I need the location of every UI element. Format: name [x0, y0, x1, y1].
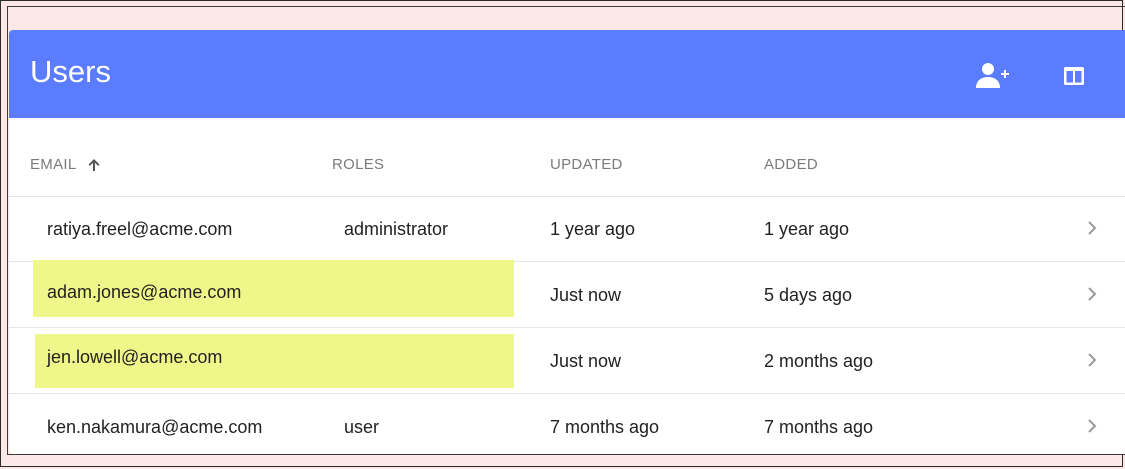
column-header-roles[interactable]: ROLES	[332, 156, 384, 173]
users-card: Users EMAIL ROLES UPDATED ADDED ratiya.f…	[9, 30, 1125, 454]
chevron-right-icon	[1088, 353, 1097, 367]
row-roles: user	[344, 417, 380, 437]
row-roles: administrator	[344, 219, 449, 239]
column-header-added[interactable]: ADDED	[764, 156, 818, 173]
column-header-email[interactable]: EMAIL	[30, 156, 101, 173]
view-columns-button[interactable]	[1054, 56, 1094, 96]
page-title: Users	[30, 54, 111, 89]
row-updated: 7 months ago	[550, 417, 660, 437]
table-header: EMAIL ROLES UPDATED ADDED	[9, 118, 1125, 197]
view-columns-icon	[1064, 67, 1084, 85]
table-row[interactable]: ratiya.freel@acme.com administrator 1 ye…	[9, 196, 1125, 262]
chevron-right-icon	[1088, 287, 1097, 301]
card-header: Users	[9, 30, 1125, 118]
chevron-right-icon	[1088, 419, 1097, 433]
table-row[interactable]: adam.jones@acme.com Just now 5 days ago	[9, 260, 1125, 328]
row-email: ken.nakamura@acme.com	[47, 417, 263, 437]
row-updated: Just now	[550, 351, 622, 371]
row-updated: 1 year ago	[550, 219, 636, 239]
row-added: 5 days ago	[764, 285, 853, 305]
row-added: 2 months ago	[764, 351, 874, 371]
add-user-icon	[976, 63, 1009, 88]
row-added: 7 months ago	[764, 417, 874, 437]
row-updated: Just now	[550, 285, 622, 305]
sort-ascending-icon	[87, 158, 101, 172]
row-email: jen.lowell@acme.com	[47, 347, 223, 367]
column-label-email: EMAIL	[30, 156, 77, 173]
chevron-right-icon	[1088, 221, 1097, 235]
row-email: adam.jones@acme.com	[47, 282, 242, 302]
table-row[interactable]: jen.lowell@acme.com Just now 2 months ag…	[9, 328, 1125, 394]
column-header-updated[interactable]: UPDATED	[550, 156, 623, 173]
add-user-button[interactable]	[973, 56, 1013, 96]
row-email: ratiya.freel@acme.com	[47, 219, 233, 239]
table-row[interactable]: ken.nakamura@acme.com user 7 months ago …	[9, 394, 1125, 454]
row-added: 1 year ago	[764, 219, 850, 239]
